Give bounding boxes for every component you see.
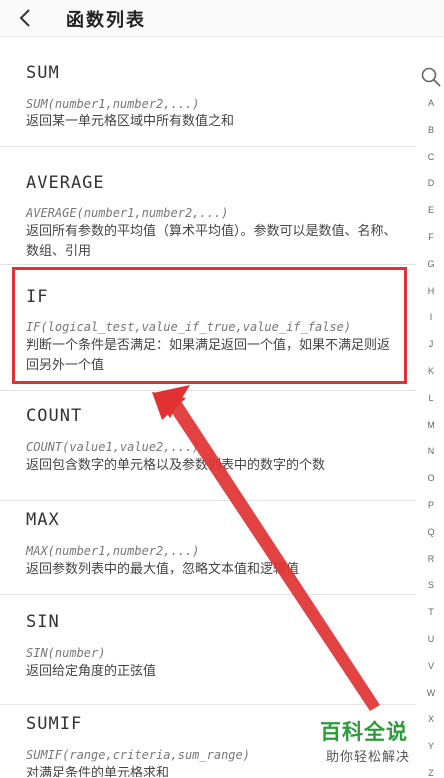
function-name: SIN: [26, 612, 60, 632]
watermark-title: 百科全说: [320, 720, 408, 744]
index-letter-r[interactable]: R: [418, 554, 444, 564]
function-syntax: MAX(number1,number2,...): [26, 544, 200, 558]
function-list[interactable]: SUM SUM(number1,number2,...) 返回某一单元格区域中所…: [0, 36, 416, 777]
function-syntax: SUM(number1,number2,...): [26, 97, 200, 111]
function-description: 判断一个条件是否满足：如果满足返回一个值，如果不满足则返回另外一个值: [26, 338, 391, 373]
header-bar: 函数列表: [0, 0, 444, 37]
function-syntax: COUNT(value1,value2,...): [26, 440, 200, 454]
function-description: 返回给定角度的正弦值: [26, 664, 157, 679]
index-letter-s[interactable]: S: [418, 580, 444, 590]
index-letter-p[interactable]: P: [418, 500, 444, 510]
index-letter-f[interactable]: F: [418, 232, 444, 242]
list-item-if[interactable]: IF IF(logical_test,value_if_true,value_i…: [0, 264, 416, 391]
index-letter-e[interactable]: E: [418, 205, 444, 215]
list-item-max[interactable]: MAX MAX(number1,number2,...) 返回参数列表中的最大值…: [0, 500, 416, 595]
index-letter-v[interactable]: V: [418, 661, 444, 671]
list-item-sin[interactable]: SIN SIN(number) 返回给定角度的正弦值: [0, 594, 416, 705]
function-description: 返回所有参数的平均值（算术平均值）。参数可以是数值、名称、数组、引用: [26, 224, 397, 259]
function-name: AVERAGE: [26, 173, 105, 193]
index-letter-i[interactable]: I: [418, 312, 444, 322]
index-letter-w[interactable]: W: [418, 688, 444, 698]
index-letter-t[interactable]: T: [418, 607, 444, 617]
alphabet-index-bar[interactable]: ABCDEFGHIJKLMNOPQRSTUVWXYZ: [418, 60, 444, 778]
chevron-left-icon: [19, 9, 30, 27]
watermark-logo: 百科全说 助你轻松解决: [318, 716, 436, 772]
index-letter-b[interactable]: B: [418, 125, 444, 135]
function-description: 返回参数列表中的最大值，忽略文本值和逻辑值: [26, 562, 300, 577]
function-name: IF: [26, 287, 49, 307]
function-name: SUMIF: [26, 714, 83, 734]
page-title: 函数列表: [66, 10, 146, 31]
index-letter-o[interactable]: O: [418, 473, 444, 483]
index-letter-d[interactable]: D: [418, 178, 444, 188]
function-name: MAX: [26, 510, 60, 530]
index-letter-j[interactable]: J: [418, 339, 444, 349]
index-letter-c[interactable]: C: [418, 152, 444, 162]
function-syntax: AVERAGE(number1,number2,...): [26, 206, 229, 220]
function-syntax: IF(logical_test,value_if_true,value_if_f…: [26, 320, 352, 334]
function-syntax: SUMIF(range,criteria,sum_range): [26, 748, 250, 762]
list-item-average[interactable]: AVERAGE AVERAGE(number1,number2,...) 返回所…: [0, 146, 416, 265]
index-letter-m[interactable]: M: [418, 420, 444, 430]
back-button[interactable]: [14, 6, 38, 30]
index-letter-g[interactable]: G: [418, 259, 444, 269]
function-description: 返回某一单元格区域中所有数值之和: [26, 114, 235, 129]
index-letter-h[interactable]: H: [418, 286, 444, 296]
index-letter-n[interactable]: N: [418, 446, 444, 456]
search-icon[interactable]: [420, 66, 442, 88]
list-item-sum[interactable]: SUM SUM(number1,number2,...) 返回某一单元格区域中所…: [0, 36, 416, 147]
watermark-subtitle: 助你轻松解决: [326, 750, 411, 765]
index-letter-u[interactable]: U: [418, 634, 444, 644]
function-description: 返回包含数字的单元格以及参数列表中的数字的个数: [26, 458, 326, 473]
function-name: SUM: [26, 63, 60, 83]
function-name: COUNT: [26, 406, 83, 426]
function-syntax: SIN(number): [26, 646, 106, 660]
index-letter-k[interactable]: K: [418, 366, 444, 376]
index-letter-q[interactable]: Q: [418, 527, 444, 537]
list-item-count[interactable]: COUNT COUNT(value1,value2,...) 返回包含数字的单元…: [0, 390, 416, 501]
index-letter-a[interactable]: A: [418, 98, 444, 108]
index-letter-l[interactable]: L: [418, 393, 444, 403]
